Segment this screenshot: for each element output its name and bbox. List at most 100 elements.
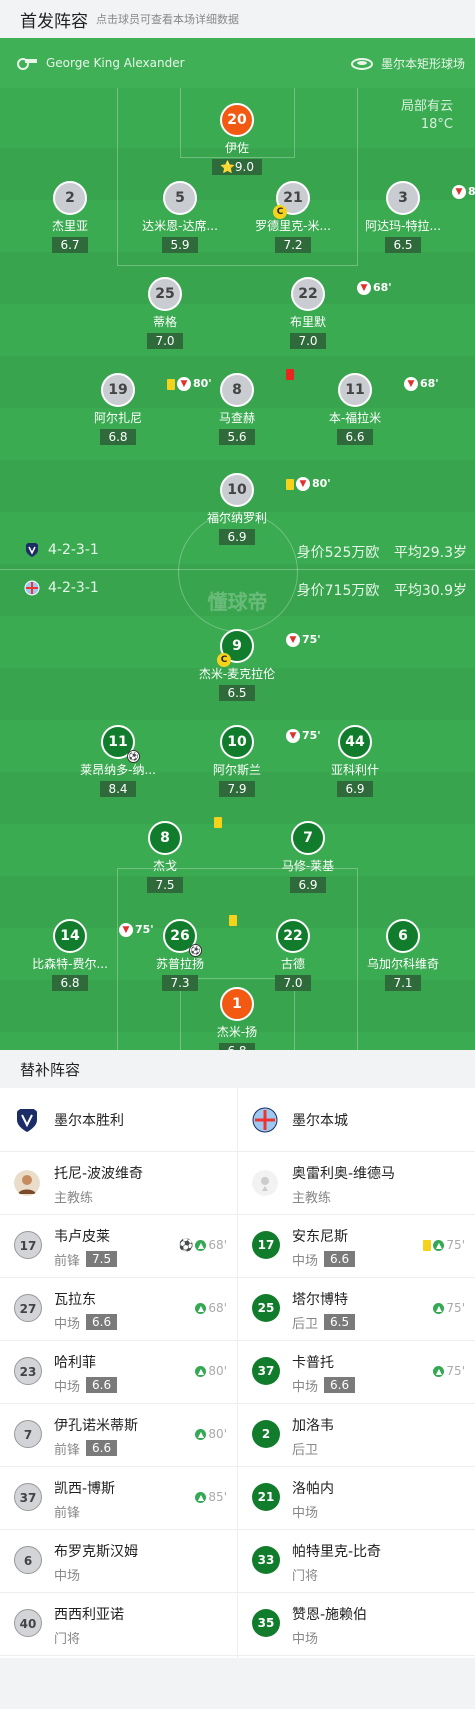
home-bench-player[interactable]: 2 加洛韦 后卫 (238, 1404, 475, 1467)
home-bench-player[interactable]: 35 赞恩-施赖伯 中场 (238, 1593, 475, 1656)
jersey-number-text: 8 (160, 830, 170, 846)
away-player[interactable]: 22 ▼ 68' 布里默 7.0 (248, 277, 392, 349)
goal-ball-icon: ⚽ (127, 750, 140, 763)
jersey-number-text: 2 (65, 190, 75, 206)
home-bench: 墨尔本城 奥雷利奥-维德马 主教练 17 安东尼斯 中场 6.6 ▲ 75' 25 塔尔博特后… (238, 1088, 475, 1656)
bench-player-name: 洛帕内 (292, 1481, 334, 1497)
home-bench-player[interactable]: 25 塔尔博特 后卫 6.5 ▲ 75' (238, 1278, 475, 1341)
away-player[interactable]: 19 ▼ 80' 阿尔扎尼 6.8 (58, 373, 212, 445)
home-bench-player[interactable]: 21 洛帕内 中场 (238, 1467, 475, 1530)
jersey-number: 19 ▼ 80' (101, 373, 212, 407)
home-player[interactable]: 26 ⚽ 苏普拉扬 7.3 (120, 915, 240, 991)
player-events (214, 817, 222, 828)
player-rating: 8.4 (100, 781, 136, 797)
bench-player-rating: 7.5 (86, 1251, 118, 1267)
bench-jersey-number: 23 (14, 1357, 42, 1385)
away-bench-player[interactable]: 40 西西利亚诺 门将 (0, 1593, 237, 1656)
home-player[interactable]: 1 杰米-扬 6.8 (177, 987, 297, 1050)
home-player[interactable]: 10 ▼ 75' 阿尔斯兰 7.9 (177, 725, 321, 797)
sub-out-icon: ▼ (452, 185, 466, 199)
away-coach-row[interactable]: 托尼-波波维奇 主教练 (0, 1152, 237, 1215)
player-name: 马查赫 (218, 411, 255, 425)
away-player[interactable]: 10 ▼ 80' 福尔纳罗利 6.9 (177, 473, 331, 545)
home-summary: 身价715万欧 平均30.9岁 (297, 580, 467, 600)
away-bench-player[interactable]: 23 哈利菲 中场 6.6 ▲ 80' (0, 1341, 237, 1404)
home-player[interactable]: 7 马修-莱基 6.9 (248, 821, 368, 893)
player-events: ▼85' (452, 177, 475, 207)
away-player[interactable]: 3 ▼85' 阿达玛-特拉... 6.5 (343, 181, 475, 253)
home-bench-player[interactable]: 33 帕特里克-比奇 门将 (238, 1530, 475, 1593)
home-player[interactable]: 44 亚科利什 6.9 (295, 725, 415, 797)
home-bench-player[interactable]: 37 卡普托 中场 6.6 ▲ 75' (238, 1341, 475, 1404)
sub-out-icon: ▼ (357, 281, 371, 295)
away-bench-player[interactable]: 27 瓦拉东 中场 6.6 ▲ 68' (0, 1278, 237, 1341)
sub-in-minute: 75' (446, 1364, 465, 1378)
jersey-number: 44 (338, 725, 372, 759)
coach-avatar-icon (14, 1170, 40, 1196)
home-player[interactable]: 8 杰戈 7.5 (105, 817, 225, 893)
jersey-number-text: 10 (227, 482, 247, 498)
home-player[interactable]: 6 乌加尔科维奇 7.1 (343, 919, 463, 991)
away-bench-player[interactable]: 37 凯西-博斯 前锋 ▲ 85' (0, 1467, 237, 1530)
home-player[interactable]: 14 ▼ 75' 比森特-费尔... 6.8 (10, 919, 154, 991)
away-bench-player[interactable]: 17 韦卢皮莱 前锋 7.5 ⚽ ▲ 68' (0, 1215, 237, 1278)
melbourne-victory-crest-icon (26, 543, 38, 557)
player-name: 本-福拉米 (328, 411, 382, 425)
player-rating-value: 7.5 (155, 878, 175, 892)
player-rating: ⭐9.0 (211, 159, 263, 175)
away-player[interactable]: 5 达米恩-达席... 5.9 (120, 181, 240, 253)
jersey-number-text: 14 (60, 928, 80, 944)
jersey-number: 22 (276, 919, 310, 953)
jersey-number: 3 ▼85' (386, 181, 475, 215)
away-team-row[interactable]: 墨尔本胜利 (0, 1088, 237, 1152)
jersey-number: 14 ▼ 75' (53, 919, 154, 953)
player-name: 阿尔扎尼 (93, 411, 142, 425)
bench-jersey-number: 37 (14, 1483, 42, 1511)
home-player[interactable]: 9 C ▼ 75' 杰米-麦克拉伦 6.5 (177, 629, 321, 701)
sub-in-event: ▲ 80' (195, 1364, 227, 1378)
bench-player-name: 帕特里克-比奇 (292, 1544, 382, 1560)
sub-in-minute: 80' (208, 1364, 227, 1378)
player-name: 罗德里克-米... (255, 219, 331, 233)
sub-minute: 68' (373, 281, 392, 294)
star-icon: ⭐ (219, 160, 235, 174)
player-name: 伊佐 (224, 141, 249, 155)
player-name: 杰米-扬 (216, 1025, 258, 1039)
home-player[interactable]: 22 古德 7.0 (233, 919, 353, 991)
away-bench-player[interactable]: 7 伊孔诺米蒂斯 前锋 6.6 ▲ 80' (0, 1404, 237, 1467)
away-player[interactable]: 25 蒂格 7.0 (105, 277, 225, 349)
temperature: 18°C (420, 117, 453, 132)
bench-player-rating: 6.6 (86, 1314, 118, 1330)
home-bench-player[interactable]: 17 安东尼斯 中场 6.6 ▲ 75' (238, 1215, 475, 1278)
player-rating-value: 6.6 (345, 430, 365, 444)
away-bench-player[interactable]: 6 布罗克斯汉姆 中场 (0, 1530, 237, 1593)
away-average-age: 平均29.3岁 (393, 545, 467, 561)
jersey-number: 1 (220, 987, 254, 1021)
away-player[interactable]: 8 马查赫 5.6 (177, 369, 297, 445)
player-rating: 7.5 (147, 877, 183, 893)
away-player[interactable]: 11 ▼ 68' 本-福拉米 6.6 (295, 373, 439, 445)
player-events (286, 369, 294, 380)
away-player[interactable]: 21 C 罗德里克-米... 7.2 (233, 181, 353, 253)
player-name: 乌加尔科维奇 (366, 957, 439, 971)
sub-in-icon: ▲ (195, 1302, 207, 1314)
bench-player-position: 中场 (54, 1317, 81, 1332)
home-coach-row[interactable]: 奥雷利奥-维德马 主教练 (238, 1152, 475, 1215)
away-player[interactable]: 2 杰里亚 6.7 (10, 181, 130, 253)
player-rating-value: 6.9 (345, 782, 365, 796)
lineup-header: 首发阵容 点击球员可查看本场详细数据 (0, 0, 475, 38)
bench-jersey-number: 40 (14, 1609, 42, 1637)
bench-player-rating: 6.5 (324, 1314, 356, 1330)
sub-minute: 68' (420, 377, 439, 390)
away-coach-name: 托尼-波波维奇 (54, 1166, 144, 1182)
player-rating-value: 7.9 (227, 782, 247, 796)
home-formation-row: 4-2-3-1 (0, 580, 99, 596)
jersey-number-text: 7 (303, 830, 313, 846)
home-player[interactable]: 11 ⚽ 莱昂纳多-纳... 8.4 (58, 725, 178, 797)
home-team-row[interactable]: 墨尔本城 (238, 1088, 475, 1152)
player-rating-value: 6.7 (60, 238, 80, 252)
jersey-number: 11 ⚽ (101, 725, 140, 763)
pitch: George King Alexander 墨尔本矩形球场 局部有云 18°C … (0, 38, 475, 1050)
away-player[interactable]: 20 伊佐 ⭐9.0 (177, 103, 297, 175)
player-rating: 6.8 (52, 975, 88, 991)
